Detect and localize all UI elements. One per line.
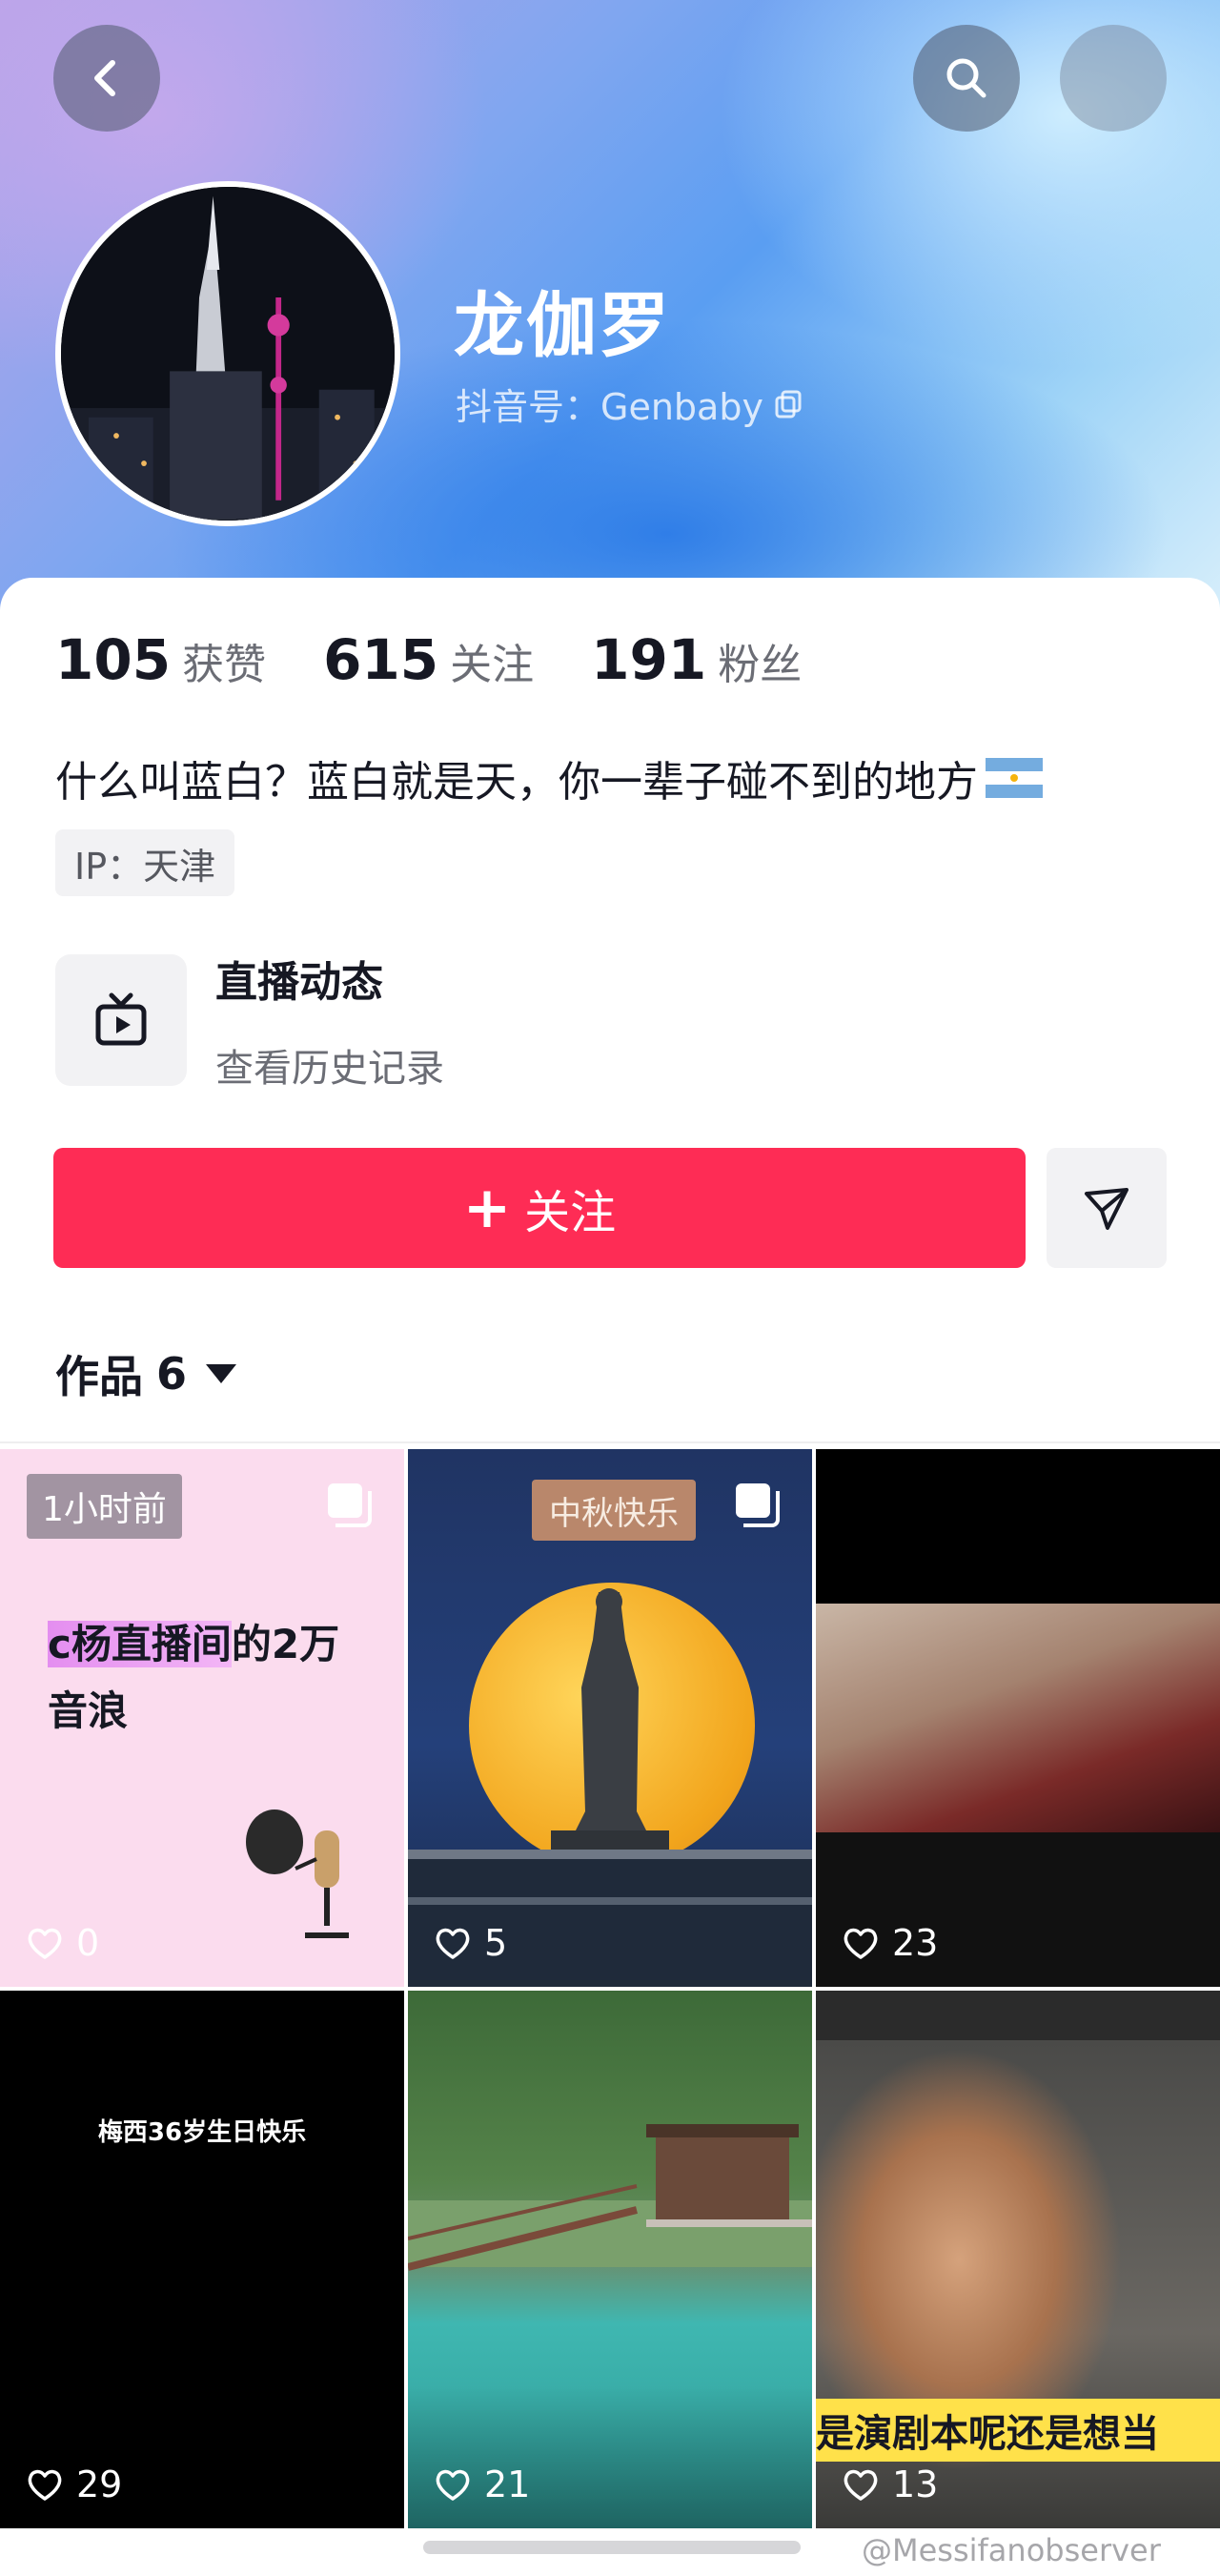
- stat-following-value: 615: [323, 627, 439, 692]
- video-thumb-5[interactable]: 21: [408, 1991, 812, 2528]
- avatar[interactable]: [55, 181, 400, 526]
- stat-likes-value: 105: [55, 627, 172, 692]
- like-count-value: 0: [76, 1922, 100, 1964]
- douyin-id-text: 抖音号：Genbaby: [456, 386, 763, 428]
- bio-text: 什么叫蓝白？蓝白就是天，你一辈子碰不到的地方: [55, 758, 978, 807]
- heart-icon: [28, 1928, 62, 1959]
- ip-location-tag: IP：天津: [55, 829, 235, 896]
- thumb-fade: [408, 2385, 812, 2528]
- video-thumb-2[interactable]: 中秋快乐 5: [408, 1449, 812, 1987]
- follow-label: 关注: [524, 1186, 617, 1239]
- works-count: 6: [156, 1348, 188, 1400]
- like-count: 0: [25, 1922, 99, 1964]
- like-count-value: 13: [892, 2464, 939, 2505]
- heart-icon: [844, 2469, 878, 2501]
- stat-followers[interactable]: 191 粉丝: [591, 627, 802, 692]
- heart-icon: [844, 1928, 878, 1959]
- search-button[interactable]: [913, 25, 1020, 132]
- follow-button[interactable]: + 关注: [53, 1148, 1026, 1268]
- like-count-value: 23: [892, 1922, 939, 1964]
- stats-row: 105 获赞 615 关注 191 粉丝: [55, 627, 859, 692]
- like-count: 23: [841, 1922, 938, 1964]
- heart-icon: [436, 1928, 470, 1959]
- more-button[interactable]: [1060, 25, 1167, 132]
- works-label: 作品: [55, 1351, 143, 1402]
- argentina-flag-icon: [986, 758, 1043, 798]
- live-title: 直播动态: [215, 958, 383, 1007]
- like-count-value: 29: [76, 2464, 123, 2505]
- live-text: 直播动态 查看历史记录: [215, 948, 444, 1093]
- stat-followers-value: 191: [591, 627, 707, 692]
- time-badge: 1小时前: [27, 1474, 182, 1539]
- plus-icon: +: [462, 1175, 512, 1241]
- tv-icon: [95, 992, 147, 1046]
- stat-likes[interactable]: 105 获赞: [55, 627, 266, 692]
- microphone-icon: [246, 1809, 349, 1938]
- video-thumb-3[interactable]: 23: [816, 1449, 1220, 1987]
- live-subtitle: 查看历史记录: [215, 1047, 444, 1091]
- caret-down-icon: [206, 1364, 237, 1383]
- heart-icon: [28, 2469, 62, 2501]
- send-icon: [1085, 1188, 1128, 1230]
- bio: 什么叫蓝白？蓝白就是天，你一辈子碰不到的地方: [55, 747, 1043, 808]
- back-button[interactable]: [53, 25, 160, 132]
- works-tab[interactable]: 作品 6: [55, 1342, 237, 1405]
- like-count: 21: [433, 2464, 530, 2505]
- video-thumb-1[interactable]: 1小时前 c杨直播间的2万音浪 0: [0, 1449, 404, 1987]
- douyin-id[interactable]: 抖音号：Genbaby: [456, 378, 805, 430]
- heart-icon: [436, 2469, 470, 2501]
- divider: [0, 1441, 1220, 1443]
- search-icon: [946, 58, 986, 98]
- video-text: 梅西36岁生日快乐: [97, 2118, 307, 2147]
- home-indicator: [423, 2541, 801, 2554]
- like-count-value: 5: [484, 1922, 508, 1964]
- like-count: 29: [25, 2464, 122, 2505]
- avatar-image: [61, 187, 395, 521]
- more-icon: [1087, 51, 1140, 105]
- live-history-entry[interactable]: 直播动态 查看历史记录: [55, 948, 444, 1093]
- video-thumb-image: [816, 1604, 1220, 1832]
- chevron-left-icon: [94, 60, 115, 96]
- video-title: c杨直播间的2万音浪: [48, 1611, 372, 1745]
- video-thumb-4[interactable]: 梅西36岁生日快乐 29: [0, 1991, 404, 2528]
- nickname: 龙伽罗: [454, 285, 671, 367]
- watermark: @Messifanobserver: [862, 2532, 1161, 2568]
- video-caption: 是演剧本呢还是想当: [816, 2399, 1220, 2462]
- video-title-highlight: c杨直播间: [48, 1621, 232, 1667]
- stat-following-label: 关注: [450, 641, 535, 689]
- like-count-value: 21: [484, 2464, 531, 2505]
- multi-image-icon: [736, 1483, 780, 1527]
- live-icon-box: [55, 954, 187, 1086]
- stat-following[interactable]: 615 关注: [323, 627, 534, 692]
- video-thumb-6[interactable]: 是演剧本呢还是想当 13: [816, 1991, 1220, 2528]
- stat-followers-label: 粉丝: [718, 641, 803, 689]
- like-count: 13: [841, 2464, 938, 2505]
- like-count: 5: [433, 1922, 507, 1964]
- copy-icon[interactable]: [773, 388, 805, 420]
- multi-image-icon: [328, 1483, 372, 1527]
- festival-badge: 中秋快乐: [532, 1480, 696, 1541]
- stat-likes-label: 获赞: [182, 641, 267, 689]
- send-message-button[interactable]: [1047, 1148, 1167, 1268]
